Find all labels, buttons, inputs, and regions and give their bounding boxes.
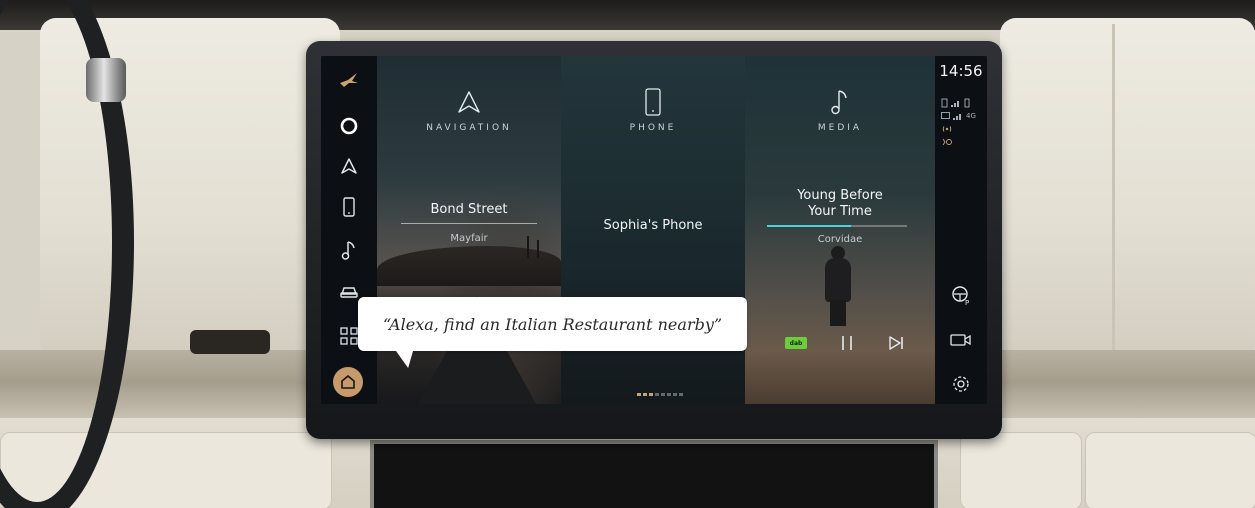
right-status-bar: 14:56 4G P xyxy=(935,56,987,404)
landscape-hill xyxy=(377,246,561,286)
phone-small-icon xyxy=(941,98,948,108)
clock: 14:56 xyxy=(939,62,983,80)
lower-panel-mid xyxy=(960,432,1082,508)
broadcast-row xyxy=(941,122,981,135)
infotainment-screen: NAVIGATION Bond Street Mayfair PHONE Sop… xyxy=(321,56,987,404)
dashboard-panel-right xyxy=(1000,18,1255,358)
track-progress-fill xyxy=(767,225,851,227)
network-row: 4G xyxy=(941,109,981,122)
page-dot[interactable] xyxy=(667,393,671,396)
center-console xyxy=(370,440,938,508)
navigation-area: Mayfair xyxy=(450,233,488,244)
page-indicator[interactable] xyxy=(637,393,683,396)
page-dot[interactable] xyxy=(637,393,641,396)
navigation-divider xyxy=(401,223,537,224)
voice-prompt-bubble: “Alexa, find an Italian Restaurant nearb… xyxy=(358,297,747,351)
signal-bars-icon xyxy=(951,99,961,107)
page-dot[interactable] xyxy=(655,393,659,396)
navigation-arrow-icon xyxy=(377,90,561,114)
navigation-destination: Bond Street xyxy=(430,202,508,217)
infotainment-bezel: NAVIGATION Bond Street Mayfair PHONE Sop… xyxy=(306,41,1002,439)
status-icons: 4G xyxy=(941,96,981,148)
alarm-icon xyxy=(941,138,953,146)
track-progress-bar[interactable] xyxy=(767,225,907,227)
wireless-broadcast-icon xyxy=(941,125,953,133)
left-sidebar xyxy=(321,56,377,404)
phone-icon xyxy=(561,88,745,116)
brand-bird-icon[interactable] xyxy=(329,64,369,96)
lower-panel-right xyxy=(1085,432,1255,508)
page-dot[interactable] xyxy=(679,393,683,396)
phone-icon[interactable] xyxy=(329,191,369,223)
signal-bars-icon xyxy=(953,112,963,120)
track-title-line1: Young Before xyxy=(797,188,883,203)
home-button[interactable] xyxy=(333,367,363,397)
media-label: MEDIA xyxy=(817,123,863,133)
phone-device-name: Sophia's Phone xyxy=(603,218,703,233)
album-art-figure xyxy=(821,246,855,326)
home-icon xyxy=(339,373,357,391)
music-note-icon xyxy=(745,88,935,116)
skip-next-icon[interactable] xyxy=(887,334,905,352)
voice-prompt-bubble-tail xyxy=(393,348,419,368)
alarm-row xyxy=(941,135,981,148)
page-dot[interactable] xyxy=(649,393,653,396)
camera-icon[interactable] xyxy=(947,328,975,352)
dab-radio-icon[interactable]: dab xyxy=(785,337,807,349)
network-type: 4G xyxy=(966,111,976,120)
control-knob xyxy=(86,58,126,102)
page-dot[interactable] xyxy=(673,393,677,396)
media-card[interactable]: MEDIA Young Before Your Time Corvidae da… xyxy=(745,56,935,404)
alexa-icon[interactable] xyxy=(329,110,369,142)
parking-assist-icon[interactable]: P xyxy=(947,283,975,307)
phone-card[interactable]: PHONE Sophia's Phone xyxy=(561,56,745,404)
air-vent xyxy=(190,330,270,354)
navigation-label: NAVIGATION xyxy=(426,123,512,133)
svg-text:P: P xyxy=(965,299,969,306)
page-dot[interactable] xyxy=(661,393,665,396)
voice-prompt-text: “Alexa, find an Italian Restaurant nearb… xyxy=(382,314,723,334)
message-icon xyxy=(941,112,950,119)
media-controls: dab xyxy=(785,332,905,354)
phone-signal-row xyxy=(941,96,981,109)
dashboard-seam xyxy=(1112,24,1115,354)
page-dot[interactable] xyxy=(643,393,647,396)
music-note-icon[interactable] xyxy=(329,234,369,266)
phone-label: PHONE xyxy=(629,123,677,133)
track-artist: Corvidae xyxy=(817,234,863,245)
navigation-arrow-icon[interactable] xyxy=(329,150,369,182)
pause-icon[interactable] xyxy=(839,334,855,352)
settings-gear-icon[interactable] xyxy=(947,372,975,396)
track-title-line2: Your Time xyxy=(808,204,872,219)
battery-icon xyxy=(964,98,970,108)
